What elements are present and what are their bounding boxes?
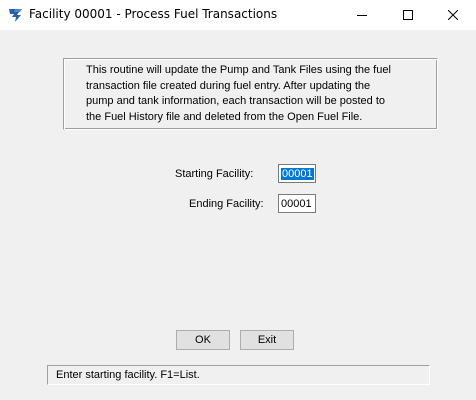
close-button[interactable] [430,0,476,30]
window-title: Facility 00001 - Process Fuel Transactio… [29,7,278,21]
ending-facility-input[interactable]: 00001 [278,194,316,213]
status-bar: Enter starting facility. F1=List. [47,365,430,385]
starting-facility-input[interactable]: 00001 [278,164,316,183]
status-text: Enter starting facility. F1=List. [56,369,200,381]
ok-button[interactable]: OK [176,330,230,350]
ending-facility-value: 00001 [281,197,312,210]
info-line: This routine will update the Pump and Ta… [86,64,391,76]
info-line: transaction file created during fuel ent… [86,79,371,92]
close-icon [448,10,458,20]
title-bar[interactable]: Facility 00001 - Process Fuel Transactio… [0,0,476,30]
app-logo-icon[interactable] [7,7,23,23]
info-line: the Fuel History file and deleted from t… [86,110,363,123]
exit-button[interactable]: Exit [240,330,294,350]
maximize-icon [403,10,413,20]
starting-facility-value: 00001 [281,167,314,180]
maximize-button[interactable] [385,0,431,30]
minimize-icon [357,15,367,16]
dialog-body: This routine will update the Pump and Ta… [0,30,476,400]
info-panel: This routine will update the Pump and Ta… [63,58,438,130]
info-line: pump and tank information, each transact… [86,95,386,107]
info-text: This routine will update the Pump and Ta… [86,63,422,125]
starting-facility-label: Starting Facility: [175,168,254,180]
minimize-button[interactable] [339,0,385,30]
ending-facility-label: Ending Facility: [189,198,264,210]
